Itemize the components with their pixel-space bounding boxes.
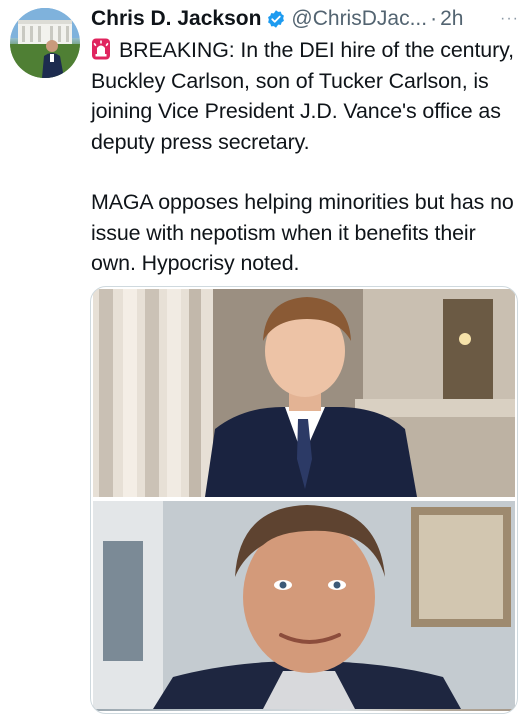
media-grid (90, 286, 518, 714)
avatar[interactable] (10, 8, 80, 78)
tweet-paragraph-1: BREAKING: In the DEI hire of the century… (91, 35, 523, 157)
tweet-paragraph-2: MAGA opposes helping minorities but has … (91, 190, 514, 275)
author-handle[interactable]: @ChrisDJac... (291, 7, 427, 31)
tweet-text-line-1: BREAKING: In the DEI hire of the century… (91, 38, 514, 154)
young-man-in-suit-photo[interactable] (93, 289, 515, 497)
verified-badge-icon (266, 9, 286, 29)
author-name[interactable]: Chris D. Jackson (91, 7, 261, 31)
tweet-text: BREAKING: In the DEI hire of the century… (91, 35, 523, 279)
man-smiling-portrait-photo[interactable] (93, 501, 515, 711)
police-light-icon (91, 38, 111, 60)
tweet-header: Chris D. Jackson @ChrisDJac... · 2h ··· (91, 6, 519, 32)
timestamp[interactable]: 2h (440, 7, 463, 31)
separator: · (430, 7, 438, 30)
more-options-icon[interactable]: ··· (500, 10, 519, 28)
